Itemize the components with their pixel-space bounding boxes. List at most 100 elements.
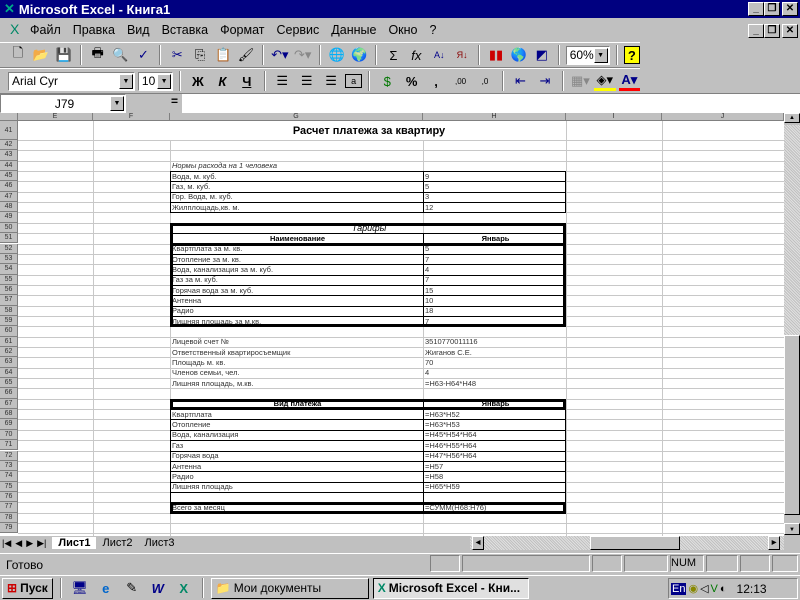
scroll-down-button[interactable]: ▼ bbox=[784, 523, 800, 535]
row-header[interactable]: 48 bbox=[0, 202, 18, 213]
chevron-down-icon[interactable]: ▼ bbox=[157, 73, 172, 89]
menu-item[interactable]: Вид bbox=[127, 23, 150, 37]
row-header[interactable]: 52 bbox=[0, 243, 18, 254]
redo-icon[interactable]: ↷▾ bbox=[293, 45, 313, 65]
align-right-icon[interactable]: ☰ bbox=[320, 71, 341, 91]
align-center-icon[interactable]: ☰ bbox=[296, 71, 317, 91]
tab-sheet2[interactable]: Лист2 bbox=[96, 537, 138, 549]
row-header[interactable]: 72 bbox=[0, 450, 18, 461]
menu-item[interactable]: Формат bbox=[220, 23, 264, 37]
scroll-right-button[interactable]: ▶ bbox=[768, 536, 780, 550]
volume-icon[interactable]: ◁ bbox=[700, 582, 708, 595]
tray-app-icon[interactable]: ◐ bbox=[720, 583, 727, 595]
select-all-corner[interactable] bbox=[0, 113, 18, 121]
row-header[interactable]: 60 bbox=[0, 326, 18, 337]
row-header[interactable]: 74 bbox=[0, 471, 18, 482]
map-icon[interactable]: 🌎 bbox=[509, 45, 529, 65]
drawing-icon[interactable]: ◩ bbox=[532, 45, 552, 65]
menu-item[interactable]: Сервис bbox=[276, 23, 319, 37]
font-size-select[interactable]: 10 ▼ bbox=[137, 71, 174, 91]
taskbar-excel[interactable]: X Microsoft Excel - Кни... bbox=[372, 577, 529, 599]
antivirus-icon[interactable]: V bbox=[711, 583, 718, 595]
cell-H62[interactable]: Жиганов С.Е. bbox=[423, 347, 566, 357]
font-select[interactable]: Arial Cyr ▼ bbox=[8, 71, 135, 91]
row-header[interactable]: 56 bbox=[0, 284, 18, 296]
row-header[interactable]: 47 bbox=[0, 191, 18, 203]
row-header[interactable]: 43 bbox=[0, 150, 18, 161]
row-header[interactable]: 67 bbox=[0, 398, 18, 410]
excel-quicklaunch-icon[interactable]: X bbox=[173, 578, 195, 598]
format-painter-icon[interactable]: 🖌 bbox=[236, 45, 256, 65]
chevron-down-icon[interactable]: ▼ bbox=[593, 47, 608, 63]
row-header[interactable]: 65 bbox=[0, 378, 18, 389]
sort-descending-icon[interactable]: Я↓ bbox=[452, 45, 472, 65]
merge-center-icon[interactable]: a bbox=[344, 74, 363, 88]
chevron-down-icon[interactable]: ▼ bbox=[118, 73, 133, 89]
sort-ascending-icon[interactable]: А↓ bbox=[429, 45, 449, 65]
row-header[interactable]: 55 bbox=[0, 274, 18, 285]
row-header[interactable]: 70 bbox=[0, 429, 18, 441]
copy-icon[interactable]: ⎘ bbox=[190, 45, 210, 65]
row-header[interactable]: 63 bbox=[0, 357, 18, 368]
cell-G44[interactable]: Нормы расхода на 1 человека bbox=[170, 161, 423, 171]
scroll-track[interactable] bbox=[784, 125, 800, 335]
doc-restore-button[interactable]: ❐ bbox=[764, 24, 780, 38]
align-left-icon[interactable]: ☰ bbox=[272, 71, 293, 91]
row-header[interactable]: 62 bbox=[0, 347, 18, 358]
column-header[interactable]: J bbox=[662, 113, 784, 121]
web-toolbar-icon[interactable]: 🌍 bbox=[350, 45, 370, 65]
decrease-decimal-icon[interactable]: ,0 bbox=[474, 71, 495, 91]
tab-sheet1[interactable]: Лист1 bbox=[52, 537, 97, 549]
worksheet-grid[interactable]: E F G H I J 41 Расчет платежа за квартиру 42 43 44… bbox=[0, 113, 784, 536]
row-header[interactable]: 66 bbox=[0, 388, 18, 399]
menu-item[interactable]: ? bbox=[430, 23, 437, 37]
save-icon[interactable]: 💾 bbox=[54, 45, 74, 65]
vertical-scrollbar[interactable]: ▲ ▼ bbox=[784, 113, 800, 550]
column-header[interactable]: E bbox=[18, 113, 93, 121]
open-icon[interactable]: 📂 bbox=[31, 45, 51, 65]
function-icon[interactable]: fx bbox=[406, 45, 426, 65]
doc-close-button[interactable]: ✕ bbox=[782, 24, 798, 38]
scroll-up-button[interactable]: ▲ bbox=[784, 113, 800, 123]
column-header[interactable]: G bbox=[170, 113, 423, 121]
row-header[interactable]: 50 bbox=[0, 222, 18, 234]
tab-scroll-first-icon[interactable]: |◀ bbox=[0, 538, 13, 549]
column-header[interactable]: I bbox=[566, 113, 662, 121]
undo-icon[interactable]: ↶▾ bbox=[270, 45, 290, 65]
doc-minimize-button[interactable]: _ bbox=[748, 24, 764, 38]
column-header[interactable]: F bbox=[93, 113, 170, 121]
autosum-icon[interactable]: Σ bbox=[383, 45, 403, 65]
row-header[interactable]: 57 bbox=[0, 295, 18, 306]
cell-H61[interactable]: 3510770011116 bbox=[423, 337, 566, 347]
italic-button[interactable]: К bbox=[212, 71, 233, 91]
row-header[interactable]: 75 bbox=[0, 481, 18, 492]
cell-G41[interactable]: Расчет платежа за квартиру bbox=[170, 121, 566, 140]
paste-icon[interactable]: 📋 bbox=[213, 45, 233, 65]
menu-item[interactable]: Окно bbox=[388, 23, 417, 37]
cell-H65[interactable]: =H63-H64*H48 bbox=[423, 378, 566, 388]
underline-button[interactable]: Ч bbox=[236, 71, 257, 91]
bold-button[interactable]: Ж bbox=[187, 71, 208, 91]
minimize-button[interactable]: _ bbox=[748, 2, 764, 16]
network-icon[interactable]: ◉ bbox=[688, 582, 698, 595]
tab-scroll-prev-icon[interactable]: ◀ bbox=[13, 538, 24, 549]
chart-wizard-icon[interactable]: ▮▮ bbox=[486, 45, 506, 65]
help-icon[interactable]: ? bbox=[623, 46, 641, 64]
show-desktop-icon[interactable]: 🖥 bbox=[69, 578, 91, 598]
horizontal-scrollbar[interactable]: ◀ ▶ bbox=[470, 536, 784, 550]
borders-icon[interactable]: ▦▾ bbox=[570, 71, 591, 91]
hyperlink-icon[interactable]: 🌐 bbox=[327, 45, 347, 65]
language-indicator[interactable]: En bbox=[671, 582, 687, 595]
tab-sheet3[interactable]: Лист3 bbox=[139, 537, 181, 549]
row-header[interactable]: 77 bbox=[0, 502, 18, 513]
zoom-select[interactable]: 60% ▼ bbox=[565, 45, 610, 65]
row-header[interactable]: 51 bbox=[0, 233, 18, 244]
comma-button[interactable]: , bbox=[425, 71, 446, 91]
close-button[interactable]: ✕ bbox=[782, 2, 798, 16]
increase-indent-icon[interactable]: ⇥ bbox=[534, 71, 555, 91]
outlook-icon[interactable]: ✎ bbox=[121, 578, 143, 598]
restore-button[interactable]: ❐ bbox=[764, 2, 780, 16]
spelling-icon[interactable]: ✓ bbox=[133, 45, 153, 65]
row-header[interactable]: 79 bbox=[0, 522, 18, 534]
increase-decimal-icon[interactable]: ,00 bbox=[450, 71, 471, 91]
